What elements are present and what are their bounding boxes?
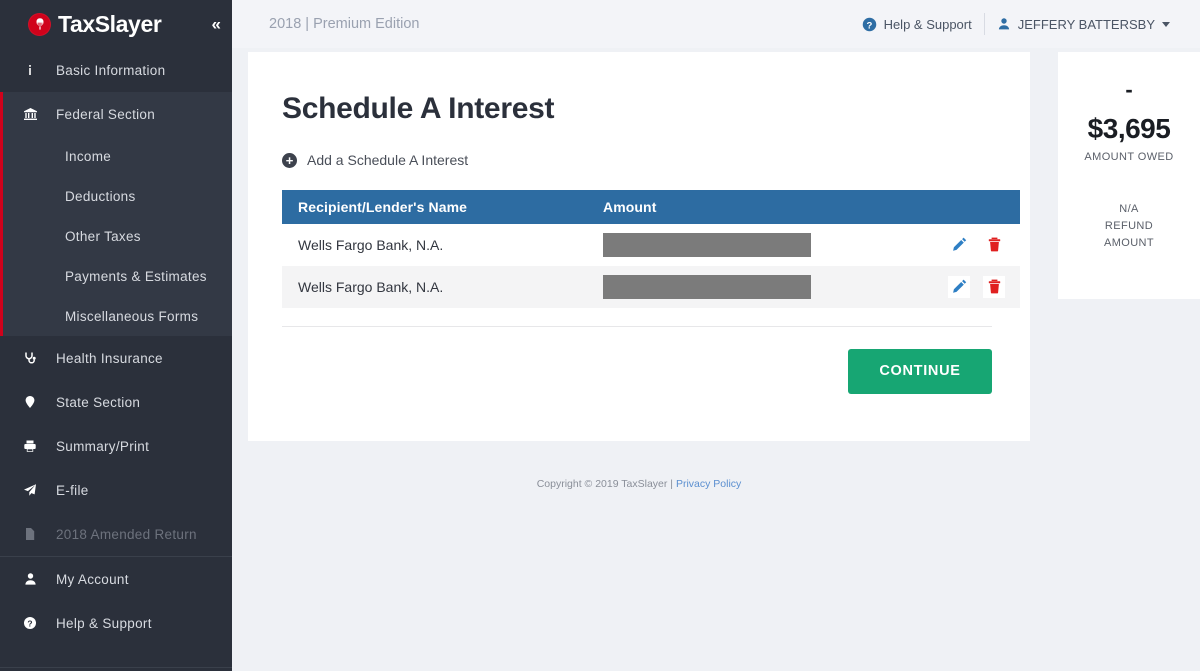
sidebar-subitem-miscellaneous-forms[interactable]: Miscellaneous Forms xyxy=(3,296,232,336)
topbar: 2018 | Premium Edition ? Help & Support … xyxy=(232,0,1200,48)
help-support-label: Help & Support xyxy=(883,16,972,32)
sidebar-item-2018-amended-return[interactable]: 2018 Amended Return xyxy=(0,512,232,556)
paper-plane-icon xyxy=(18,483,42,497)
sidebar-item-help-support[interactable]: ? Help & Support xyxy=(0,601,232,645)
pencil-icon[interactable] xyxy=(948,275,971,298)
sidebar-item-label: Summary/Print xyxy=(56,438,150,454)
cell-actions xyxy=(907,223,1020,266)
bank-icon xyxy=(18,107,42,121)
amount-owed-label: AMOUNT OWED xyxy=(1084,151,1174,164)
continue-button[interactable]: CONTINUE xyxy=(848,348,992,394)
table-row: Wells Fargo Bank, N.A. xyxy=(282,265,1020,308)
sidebar-item-e-file[interactable]: E-file xyxy=(0,468,232,512)
sidebar-item-label: Basic Information xyxy=(56,62,166,78)
caret-down-icon xyxy=(1162,21,1170,27)
pencil-icon[interactable] xyxy=(948,233,971,256)
sidebar-subitem-label: Income xyxy=(65,148,112,164)
sidebar-item-state-section[interactable]: State Section xyxy=(0,380,232,424)
cell-amount xyxy=(587,265,907,308)
column-header-actions xyxy=(907,189,1020,224)
add-schedule-a-interest-label: Add a Schedule A Interest xyxy=(307,152,469,168)
sidebar-subitem-label: Deductions xyxy=(65,188,136,204)
refund-amount-label-line1: REFUND xyxy=(1104,220,1154,233)
sidebar: TaxSlayer « Basic Information Federal Se… xyxy=(0,0,232,671)
stethoscope-icon xyxy=(18,351,42,365)
question-circle-icon: ? xyxy=(862,17,877,32)
edition-title: 2018 | Premium Edition xyxy=(269,16,420,32)
sidebar-subitem-payments-estimates[interactable]: Payments & Estimates xyxy=(3,256,232,296)
trash-icon[interactable] xyxy=(983,275,1005,298)
info-icon xyxy=(18,63,42,77)
user-name-label: JEFFERY BATTERSBY xyxy=(1017,16,1155,32)
sidebar-item-summary-print[interactable]: Summary/Print xyxy=(0,424,232,468)
amount-owed-dash: - xyxy=(1125,77,1133,102)
redacted-amount xyxy=(603,274,811,299)
sidebar-group-federal-section: Federal Section Income Deductions Other … xyxy=(0,92,232,336)
refund-amount-block: N/A REFUND AMOUNT xyxy=(1058,201,1200,252)
sidebar-subitem-income[interactable]: Income xyxy=(3,136,232,176)
sidebar-subitem-other-taxes[interactable]: Other Taxes xyxy=(3,216,232,256)
sidebar-item-my-account[interactable]: My Account xyxy=(0,557,232,601)
sidebar-subitem-label: Miscellaneous Forms xyxy=(65,308,199,324)
svg-text:?: ? xyxy=(866,20,872,31)
amount-owed-value: $3,695 xyxy=(1087,113,1171,145)
document-icon xyxy=(18,527,42,541)
continue-button-row: CONTINUE xyxy=(282,348,992,394)
app-root: TaxSlayer « Basic Information Federal Se… xyxy=(0,0,1200,671)
table-body: Wells Fargo Bank, N.A. Wells Fargo Bank,… xyxy=(282,223,1020,308)
sidebar-item-federal-section[interactable]: Federal Section xyxy=(3,92,232,136)
sidebar-subitem-deductions[interactable]: Deductions xyxy=(3,176,232,216)
sidebar-divider-bottom xyxy=(0,667,232,668)
redacted-amount xyxy=(603,232,811,257)
svg-text:?: ? xyxy=(27,618,32,628)
plus-circle-icon: + xyxy=(282,152,297,168)
sidebar-item-label: State Section xyxy=(56,394,141,410)
sidebar-item-label: E-file xyxy=(56,482,89,498)
refund-amount-label-line2: AMOUNT xyxy=(1103,237,1155,250)
column-header-amount: Amount xyxy=(587,189,907,224)
map-pin-icon xyxy=(18,395,42,409)
page-title: Schedule A Interest xyxy=(282,92,555,125)
cell-actions xyxy=(907,265,1020,308)
user-icon xyxy=(18,572,42,586)
refund-amount-value: N/A xyxy=(1119,203,1139,216)
sidebar-subitem-label: Other Taxes xyxy=(65,228,141,244)
refund-summary-panel: - $3,695 AMOUNT OWED N/A REFUND AMOUNT xyxy=(1058,52,1200,299)
footer-copyright: Copyright © 2019 TaxSlayer | xyxy=(536,478,676,490)
table-head: Recipient/Lender's Name Amount xyxy=(282,189,1020,224)
help-support-button[interactable]: ? Help & Support xyxy=(850,17,984,32)
table-header-row: Recipient/Lender's Name Amount xyxy=(282,189,1020,224)
sidebar-item-label: Health Insurance xyxy=(56,350,163,366)
cell-recipient-name: Wells Fargo Bank, N.A. xyxy=(282,265,587,308)
user-menu-button[interactable]: JEFFERY BATTERSBY xyxy=(985,17,1182,32)
footer: Copyright © 2019 TaxSlayer | Privacy Pol… xyxy=(248,478,1030,490)
question-circle-icon: ? xyxy=(18,616,42,630)
card-inner: Schedule A Interest + Add a Schedule A I… xyxy=(248,52,1030,394)
cell-amount xyxy=(587,223,907,266)
sidebar-nav: Basic Information Federal Section Income… xyxy=(0,48,232,668)
sidebar-item-health-insurance[interactable]: Health Insurance xyxy=(0,336,232,380)
sidebar-subitem-label: Payments & Estimates xyxy=(65,268,207,284)
sidebar-item-label: Federal Section xyxy=(56,106,156,122)
section-divider xyxy=(282,325,992,327)
brand-name: TaxSlayer xyxy=(58,10,162,37)
printer-icon xyxy=(18,439,42,453)
sidebar-item-label: 2018 Amended Return xyxy=(56,526,197,542)
column-header-recipient-name: Recipient/Lender's Name xyxy=(282,189,587,224)
schedule-a-interest-table: Recipient/Lender's Name Amount Wells Far… xyxy=(282,189,1020,308)
user-icon xyxy=(997,17,1011,31)
add-schedule-a-interest-button[interactable]: + Add a Schedule A Interest xyxy=(282,152,468,168)
sidebar-item-label: My Account xyxy=(56,571,129,587)
trash-icon[interactable] xyxy=(983,233,1005,256)
brand-header: TaxSlayer « xyxy=(0,0,232,48)
table-row: Wells Fargo Bank, N.A. xyxy=(282,223,1020,266)
sidebar-item-basic-information[interactable]: Basic Information xyxy=(0,48,232,92)
main-content-card: Schedule A Interest + Add a Schedule A I… xyxy=(248,52,1030,441)
topbar-right-group: ? Help & Support JEFFERY BATTERSBY xyxy=(850,13,1200,35)
cell-recipient-name: Wells Fargo Bank, N.A. xyxy=(282,223,587,266)
privacy-policy-link[interactable]: Privacy Policy xyxy=(676,478,741,490)
sidebar-item-label: Help & Support xyxy=(56,615,152,631)
chevron-double-left-icon[interactable]: « xyxy=(212,16,222,33)
gladiator-helmet-icon xyxy=(28,12,51,36)
